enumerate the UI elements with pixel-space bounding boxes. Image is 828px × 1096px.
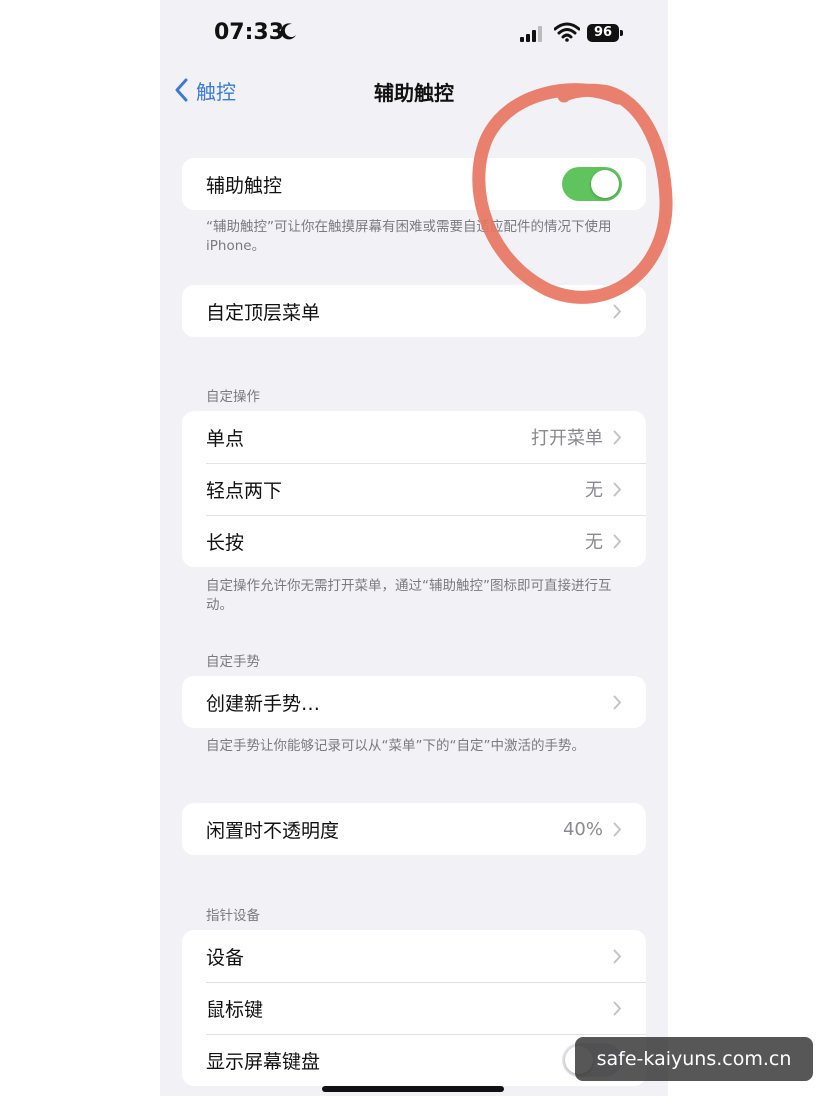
chevron-right-icon xyxy=(613,949,621,963)
custom-actions-footnote: 自定操作允许你无需打开菜单，通过“辅助触控”图标即可直接进行互动。 xyxy=(206,578,612,613)
double-tap-label: 轻点两下 xyxy=(206,479,283,502)
customize-menu-row[interactable]: 自定顶层菜单 xyxy=(182,285,646,337)
long-press-value: 无 xyxy=(585,532,603,553)
create-gesture-row[interactable]: 创建新手势… xyxy=(182,676,646,728)
navigation-bar: 触控 辅助触控 xyxy=(160,64,668,118)
assistive-touch-label: 辅助触控 xyxy=(206,174,283,197)
cellular-signal-icon xyxy=(520,26,542,42)
idle-opacity-row[interactable]: 闲置时不透明度 40% xyxy=(182,803,646,855)
toggle-knob xyxy=(591,170,619,198)
chevron-right-icon xyxy=(613,695,621,709)
double-tap-value: 无 xyxy=(585,480,603,501)
devices-row[interactable]: 设备 xyxy=(182,930,646,982)
phone-screen: 07:33 96 触控 辅助触控 辅助触控 “辅助触控”可让你在触摸屏幕有困难或… xyxy=(160,0,668,1096)
chevron-right-icon xyxy=(613,1001,621,1015)
custom-actions-header: 自定操作 xyxy=(206,389,260,405)
mouse-keys-row[interactable]: 鼠标键 xyxy=(182,982,646,1034)
status-time: 07:33 xyxy=(214,20,285,45)
customize-menu-label: 自定顶层菜单 xyxy=(206,301,321,324)
custom-gestures-group: 创建新手势… xyxy=(182,676,646,728)
custom-actions-group: 单点 打开菜单 轻点两下 无 长按 无 xyxy=(182,411,646,567)
chevron-right-icon xyxy=(613,430,621,444)
custom-gestures-footnote: 自定手势让你能够记录可以从“菜单”下的“自定”中激活的手势。 xyxy=(206,738,585,754)
watermark: safe-kaiyuns.com.cn xyxy=(575,1037,813,1081)
chevron-right-icon xyxy=(613,534,621,548)
idle-opacity-label: 闲置时不透明度 xyxy=(206,819,340,842)
battery-indicator: 96 xyxy=(587,24,623,42)
moon-icon xyxy=(280,23,296,40)
home-indicator xyxy=(322,1086,504,1092)
double-tap-row[interactable]: 轻点两下 无 xyxy=(182,463,646,515)
wifi-icon xyxy=(554,22,580,42)
chevron-right-icon xyxy=(613,304,621,318)
page-title: 辅助触控 xyxy=(374,81,454,105)
status-bar: 07:33 96 xyxy=(160,0,668,64)
long-press-row[interactable]: 长按 无 xyxy=(182,515,646,567)
devices-label: 设备 xyxy=(206,946,245,969)
long-press-label: 长按 xyxy=(206,531,245,554)
onscreen-keyboard-label: 显示屏幕键盘 xyxy=(206,1050,321,1073)
assistive-touch-group: 辅助触控 xyxy=(182,158,646,210)
create-gesture-label: 创建新手势… xyxy=(206,692,321,715)
chevron-right-icon xyxy=(613,822,621,836)
assistive-touch-toggle[interactable] xyxy=(562,167,622,201)
mouse-keys-label: 鼠标键 xyxy=(206,998,264,1021)
customize-menu-group: 自定顶层菜单 xyxy=(182,285,646,337)
assistive-touch-footnote: “辅助触控”可让你在触摸屏幕有困难或需要自适应配件的情况下使用iPhone。 xyxy=(206,219,612,254)
idle-opacity-group: 闲置时不透明度 40% xyxy=(182,803,646,855)
single-tap-row[interactable]: 单点 打开菜单 xyxy=(182,411,646,463)
single-tap-label: 单点 xyxy=(206,427,245,450)
custom-gestures-header: 自定手势 xyxy=(206,654,260,670)
idle-opacity-value: 40% xyxy=(562,818,603,840)
assistive-touch-row: 辅助触控 xyxy=(182,158,646,210)
single-tap-value: 打开菜单 xyxy=(531,428,603,449)
pointer-devices-header: 指针设备 xyxy=(206,908,260,924)
chevron-right-icon xyxy=(613,482,621,496)
